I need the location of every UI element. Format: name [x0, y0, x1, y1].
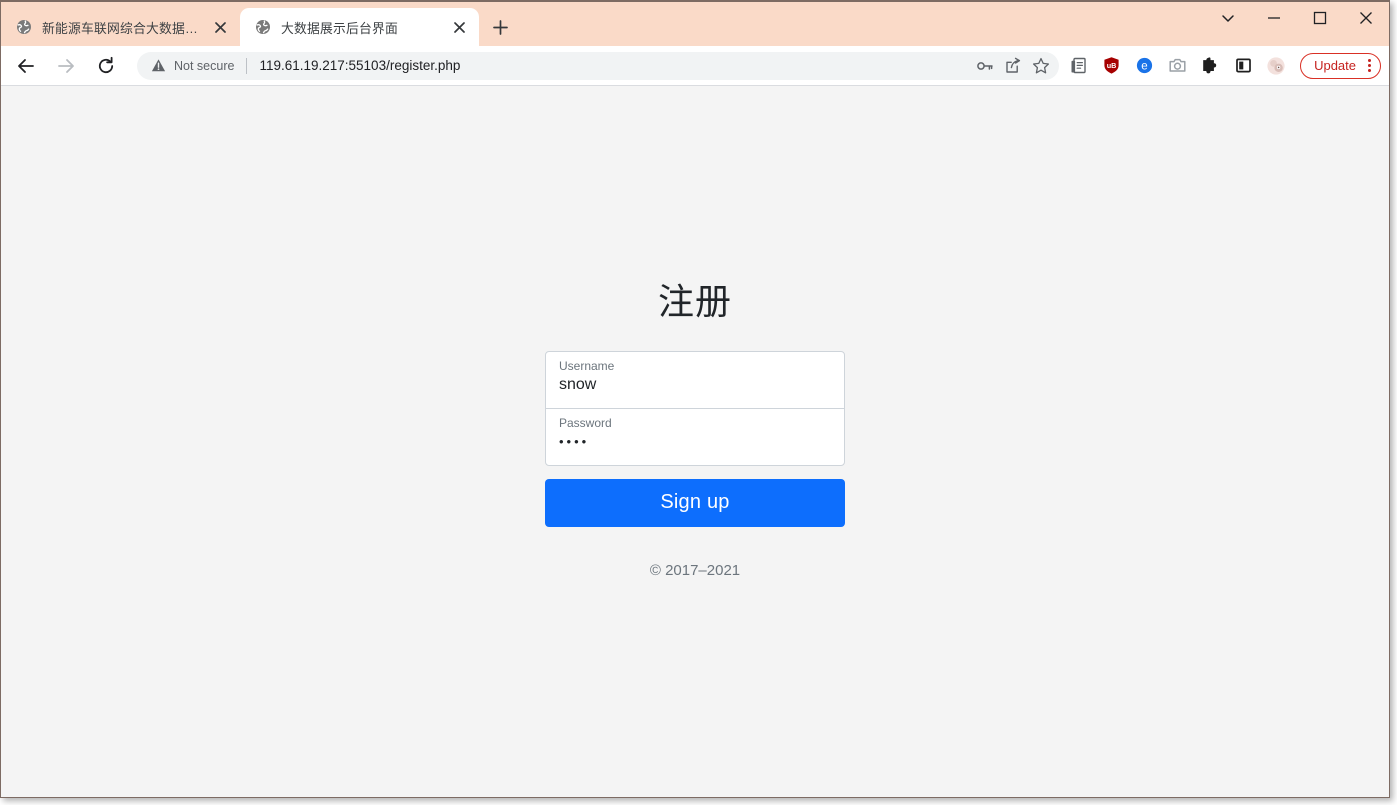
address-bar[interactable]: Not secure 119.61.19.217:55103/register.…: [137, 51, 1060, 80]
password-label: Password: [559, 415, 612, 430]
password-value[interactable]: ••••: [559, 432, 831, 453]
url-text[interactable]: 119.61.19.217:55103/register.php: [259, 58, 971, 73]
tab-strip: 新能源车联网综合大数据平台 大数据展示后台界面: [1, 2, 1389, 46]
ublock-origin-icon[interactable]: uB: [1097, 52, 1125, 80]
globe-icon: [254, 19, 271, 36]
bookmark-star-icon[interactable]: [1027, 52, 1055, 80]
page-title: 注册: [657, 281, 732, 322]
tab-close-icon[interactable]: [208, 15, 233, 40]
username-value[interactable]: snow: [559, 375, 831, 396]
password-key-icon[interactable]: [971, 52, 999, 80]
warning-triangle-icon: [151, 58, 166, 73]
register-page: 注册 Username snow Password •••• Sign up ©…: [1, 86, 1389, 579]
close-button[interactable]: [1343, 2, 1389, 34]
new-tab-button[interactable]: [485, 12, 515, 42]
svg-text:uB: uB: [1106, 61, 1116, 70]
signup-button[interactable]: Sign up: [545, 478, 845, 527]
password-field[interactable]: Password ••••: [545, 407, 845, 466]
svg-text:e: e: [1141, 60, 1147, 72]
maximize-button[interactable]: [1297, 2, 1343, 34]
reload-icon[interactable]: [91, 51, 121, 81]
omnibox-divider: [246, 57, 248, 74]
copyright-text: © 2017–2021: [649, 561, 741, 579]
browser-tab-2[interactable]: 大数据展示后台界面: [240, 8, 479, 46]
tab-close-icon[interactable]: [447, 15, 472, 40]
browser-window: 新能源车联网综合大数据平台 大数据展示后台界面 Not secure 119.6…: [0, 0, 1390, 798]
window-controls: [1205, 2, 1389, 46]
back-arrow-icon[interactable]: [11, 51, 41, 81]
security-status-chip[interactable]: Not secure: [151, 58, 234, 73]
extensions-puzzle-icon[interactable]: [1196, 52, 1224, 80]
tab-search-button[interactable]: [1205, 2, 1251, 34]
not-secure-label: Not secure: [174, 58, 235, 73]
screenshot-camera-icon[interactable]: [1163, 52, 1191, 80]
profile-avatar-icon[interactable]: [1262, 52, 1290, 80]
browser-toolbar: Not secure 119.61.19.217:55103/register.…: [1, 46, 1389, 86]
update-label: Update: [1314, 58, 1356, 73]
forward-arrow-icon[interactable]: [51, 51, 81, 81]
minimize-button[interactable]: [1251, 2, 1297, 34]
three-dot-menu-icon[interactable]: [1365, 59, 1374, 72]
side-panel-icon[interactable]: [1229, 52, 1257, 80]
evernote-icon[interactable]: e: [1130, 52, 1158, 80]
browser-tab-1[interactable]: 新能源车联网综合大数据平台: [1, 8, 240, 46]
username-label: Username: [559, 358, 615, 373]
tab-title: 新能源车联网综合大数据平台: [42, 20, 208, 36]
update-button[interactable]: Update: [1300, 52, 1381, 79]
signup-form: Username snow Password •••• Sign up: [545, 350, 845, 527]
reading-list-icon[interactable]: [1064, 52, 1092, 80]
tab-title: 大数据展示后台界面: [281, 20, 398, 36]
globe-icon: [15, 19, 32, 36]
page-viewport: 注册 Username snow Password •••• Sign up ©…: [1, 86, 1389, 797]
username-field[interactable]: Username snow: [545, 350, 845, 409]
share-icon[interactable]: [999, 52, 1027, 80]
